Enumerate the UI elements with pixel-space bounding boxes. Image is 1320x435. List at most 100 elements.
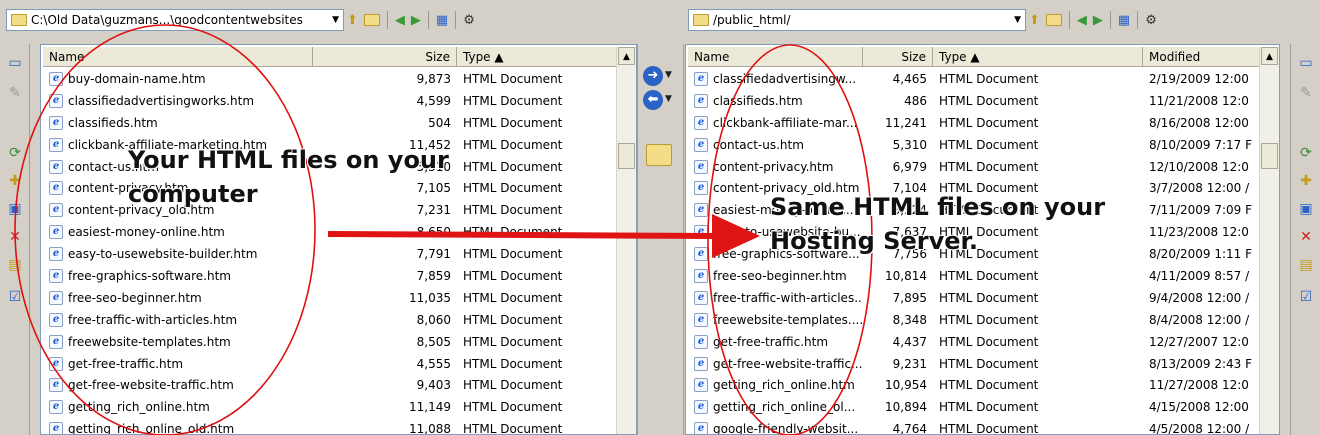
file-row[interactable]: e classifiedadvertisingworks.htm 4,599 HTML… [43, 90, 617, 112]
column-size[interactable]: Size [863, 47, 933, 67]
forward-icon[interactable]: ▶ [1090, 9, 1106, 31]
window-icon[interactable]: ▭ [6, 54, 24, 72]
ie-html-document-icon: e [49, 137, 63, 152]
file-row[interactable]: e clickbank-affiliate-mar... 11,241 HTML Do… [688, 112, 1263, 134]
back-icon[interactable]: ◀ [1074, 9, 1090, 31]
view-mode-icon[interactable]: ▦ [433, 9, 451, 31]
new-folder-icon[interactable]: ✚ [1297, 172, 1315, 190]
file-row[interactable]: e easy-to-usewebsite-builder.htm 7,791 HTML… [43, 243, 617, 265]
file-row[interactable]: e free-traffic-with-articles... 7,895 HTML … [688, 287, 1263, 309]
column-modified[interactable]: Modified [1143, 47, 1263, 67]
right-column-header: Name Size Type ▲ Modified [688, 47, 1263, 67]
file-row[interactable]: e get-free-traffic.htm 4,437 HTML Document 1… [688, 331, 1263, 353]
local-files-pane[interactable]: Name Size Type ▲ e buy-domain-name.htm 9,8… [40, 44, 637, 435]
forward-icon[interactable]: ▶ [408, 9, 424, 31]
file-modified: 7/11/2009 7:09 F [1149, 203, 1253, 218]
file-row[interactable]: e easiest-money-online.htm 8,650 HTML Docum… [43, 221, 617, 243]
folder-icon [11, 14, 27, 26]
scroll-thumb[interactable] [618, 143, 635, 169]
delete-icon[interactable]: ✕ [6, 228, 24, 246]
delete-icon[interactable]: ✕ [1297, 228, 1315, 246]
file-row[interactable]: e free-graphics-software.htm 7,859 HTML Doc… [43, 265, 617, 287]
ie-html-document-icon: e [49, 203, 63, 218]
file-row[interactable]: e classifieds.htm 504 HTML Document [43, 112, 617, 134]
file-name: e free-traffic-with-articles.htm [43, 312, 313, 327]
properties-icon[interactable]: ▣ [1297, 200, 1315, 218]
up-folder-icon[interactable]: ⬆ [344, 9, 361, 31]
view-mode-icon[interactable]: ▦ [1115, 9, 1133, 31]
file-row[interactable]: e classifiedadvertisingw... 4,465 HTML Docu… [688, 68, 1263, 90]
right-path-text: /public_html/ [713, 13, 791, 27]
file-name-text: get-free-website-traffic... [713, 356, 863, 371]
file-row[interactable]: e content-privacy.htm 6,979 HTML Document 12… [688, 156, 1263, 178]
file-name-text: free-seo-beginner.htm [713, 268, 847, 283]
file-row[interactable]: e free-seo-beginner.htm 10,814 HTML Documen… [688, 265, 1263, 287]
file-row[interactable]: e free-traffic-with-articles.htm 8,060 HTML… [43, 309, 617, 331]
file-name-text: getting_rich_online.htm [713, 378, 855, 393]
open-folder-icon[interactable] [1043, 9, 1065, 31]
up-folder-icon[interactable]: ⬆ [1026, 9, 1043, 31]
file-row[interactable]: e contact-us.htm 5,310 HTML Document 8/10/20… [688, 134, 1263, 156]
move-icon[interactable]: ▤ [6, 256, 24, 274]
back-icon[interactable]: ◀ [392, 9, 408, 31]
file-row[interactable]: e buy-domain-name.htm 9,873 HTML Document [43, 68, 617, 90]
toolbar-separator [386, 11, 388, 29]
ie-html-document-icon: e [49, 247, 63, 262]
file-type: HTML Document [463, 159, 563, 174]
file-row[interactable]: e getting_rich_online_ol... 10,894 HTML Doc… [688, 396, 1263, 418]
file-row[interactable]: e get-free-website-traffic... 9,231 HTML Do… [688, 353, 1263, 375]
chevron-down-icon[interactable]: ▼ [665, 70, 672, 80]
scroll-thumb[interactable] [1261, 143, 1278, 169]
filter-icon[interactable]: ⚙ [460, 9, 478, 31]
column-type[interactable]: Type ▲ [933, 47, 1143, 67]
left-scrollbar[interactable]: ▲ [616, 47, 636, 434]
checklist-icon[interactable]: ☑ [6, 288, 24, 306]
open-folder-icon[interactable] [361, 9, 383, 31]
scroll-up-icon[interactable]: ▲ [618, 47, 635, 65]
arrow-left-circle-icon[interactable]: ⬅ [643, 90, 663, 110]
file-row[interactable]: e freewebsite-templates.htm 8,505 HTML Docu… [43, 331, 617, 353]
properties-icon[interactable]: ▣ [6, 200, 24, 218]
file-type: HTML Document [463, 225, 563, 240]
file-modified: 2/19/2009 12:00 [1149, 71, 1249, 86]
column-name[interactable]: Name [43, 47, 313, 67]
right-scrollbar[interactable]: ▲ [1259, 47, 1279, 434]
refresh-icon[interactable]: ⟳ [6, 144, 24, 162]
file-row[interactable]: e getting_rich_online_old.htm 11,088 HTML D… [43, 418, 617, 434]
column-size[interactable]: Size [313, 47, 457, 67]
column-type[interactable]: Type ▲ [457, 47, 617, 67]
arrow-right-circle-icon[interactable]: ➜ [643, 66, 663, 86]
file-row[interactable]: e free-seo-beginner.htm 11,035 HTML Documen… [43, 287, 617, 309]
file-row[interactable]: e getting_rich_online.htm 10,954 HTML Docum… [688, 374, 1263, 396]
file-row[interactable]: e classifieds.htm 486 HTML Document 11/21/20… [688, 90, 1263, 112]
right-path-combo[interactable]: /public_html/ ▼ [688, 9, 1026, 31]
file-row[interactable]: e getting_rich_online.htm 11,149 HTML Docum… [43, 396, 617, 418]
ie-html-document-icon: e [49, 181, 63, 196]
file-type: HTML Document [939, 268, 1039, 283]
checklist-icon[interactable]: ☑ [1297, 288, 1315, 306]
filter-icon[interactable]: ⚙ [1142, 9, 1160, 31]
chevron-down-icon[interactable]: ▼ [1014, 15, 1021, 25]
column-name[interactable]: Name [688, 47, 863, 67]
edit-icon[interactable]: ✎ [6, 84, 24, 102]
chevron-down-icon[interactable]: ▼ [665, 94, 672, 104]
ie-html-document-icon: e [694, 378, 708, 393]
file-name-text: free-traffic-with-articles.htm [68, 312, 238, 327]
folder-icon[interactable] [646, 144, 672, 166]
move-icon[interactable]: ▤ [1297, 256, 1315, 274]
file-row[interactable]: e google-friendly-websit... 4,764 HTML Docu… [688, 418, 1263, 434]
new-folder-icon[interactable]: ✚ [6, 172, 24, 190]
file-row[interactable]: e freewebsite-templates.... 8,348 HTML Docu… [688, 309, 1263, 331]
scroll-up-icon[interactable]: ▲ [1261, 47, 1278, 65]
refresh-icon[interactable]: ⟳ [1297, 144, 1315, 162]
window-icon[interactable]: ▭ [1297, 54, 1315, 72]
file-size: 4,599 [416, 93, 451, 108]
left-path-combo[interactable]: C:\Old Data\guzmans...\goodcontentwebsit… [6, 9, 344, 31]
file-row[interactable]: e get-free-website-traffic.htm 9,403 HTML D… [43, 374, 617, 396]
file-row[interactable]: e get-free-traffic.htm 4,555 HTML Document [43, 353, 617, 375]
edit-icon[interactable]: ✎ [1297, 84, 1315, 102]
file-modified: 11/23/2008 12:0 [1149, 225, 1249, 240]
file-type: HTML Document [463, 181, 563, 196]
chevron-down-icon[interactable]: ▼ [332, 15, 339, 25]
folder-icon [1045, 14, 1062, 26]
